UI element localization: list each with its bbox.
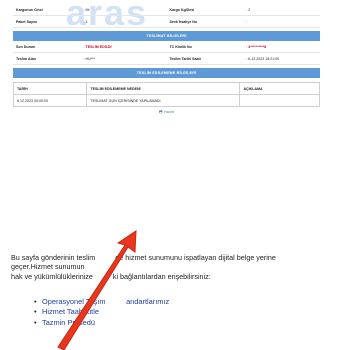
annotation-arrow-icon	[57, 230, 137, 350]
